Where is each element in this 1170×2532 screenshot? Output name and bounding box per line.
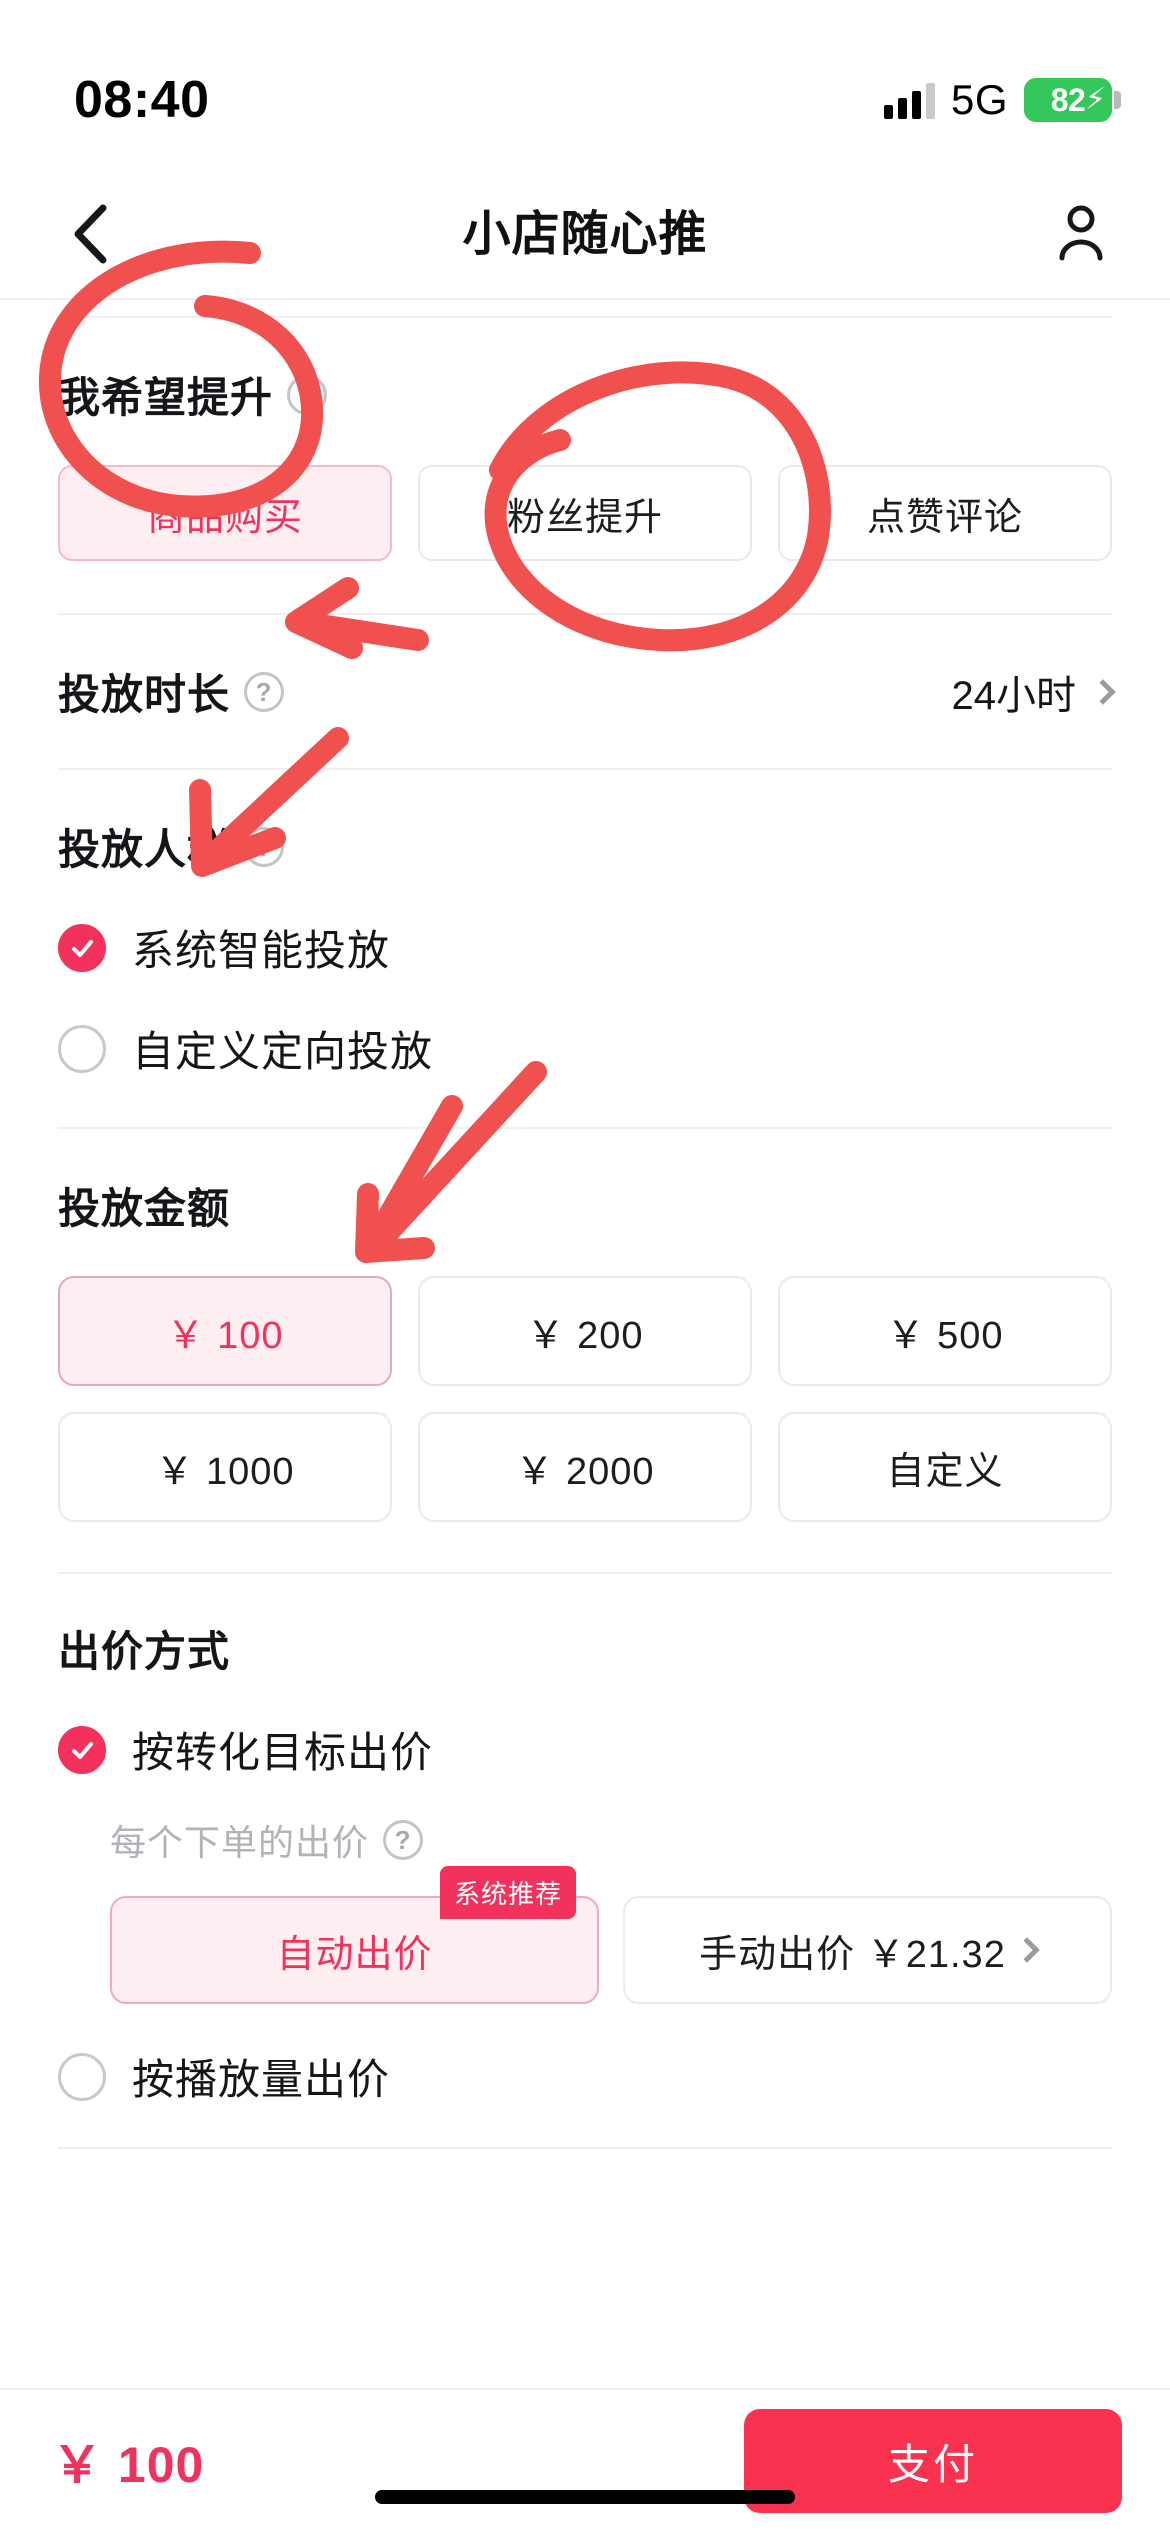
chevron-left-icon <box>74 204 107 264</box>
question-mark-icon[interactable]: ? <box>244 826 285 867</box>
bidding-mode-impression[interactable]: 按播放量出价 <box>58 2046 1112 2107</box>
duration-title-label: 投放时长 <box>58 671 231 718</box>
page-title: 小店随心推 <box>462 208 708 261</box>
audience-section: 投放人群 ? 系统智能投放 自定义定向投放 <box>0 770 1170 1127</box>
audience-option-system[interactable]: 系统智能投放 <box>58 917 1112 978</box>
pay-button[interactable]: 支付 <box>744 2409 1122 2513</box>
audience-option-custom[interactable]: 自定义定向投放 <box>58 1018 1112 1079</box>
chevron-right-icon <box>1014 1937 1040 1963</box>
goal-section-title: 我希望提升 ? <box>58 364 1112 425</box>
total-price-label: ￥ 100 <box>52 2437 205 2493</box>
bid-detail-group: 每个下单的出价 ? 系统推荐 自动出价 手动出价 ￥21.32 <box>58 1814 1112 2004</box>
budget-options: ￥ 100 ￥ 200 ￥ 500 ￥ 1000 ￥ 2000 自定义 <box>58 1276 1112 1522</box>
radio-checked-icon <box>58 1725 106 1774</box>
profile-button[interactable] <box>1042 194 1120 272</box>
divider <box>58 2147 1112 2149</box>
battery-icon: 82 ⚡ <box>1024 78 1121 122</box>
duration-value-label: 24小时 <box>951 673 1077 718</box>
recommend-badge: 系统推荐 <box>440 1866 577 1919</box>
goal-title-label: 我希望提升 <box>58 374 274 421</box>
battery-cap <box>1114 91 1121 109</box>
bidding-title-label: 出价方式 <box>58 1628 231 1675</box>
bidding-mode-impression-label: 按播放量出价 <box>132 2056 391 2103</box>
bidding-mode-conversion-label: 按转化目标出价 <box>132 1729 434 1776</box>
audience-section-title: 投放人群 ? <box>58 816 1112 877</box>
bid-sub-label-row: 每个下单的出价 ? <box>110 1814 1112 1866</box>
question-mark-icon[interactable]: ? <box>287 374 328 415</box>
audience-title-label: 投放人群 <box>58 826 231 873</box>
person-icon <box>1059 205 1103 261</box>
home-indicator <box>375 2490 795 2504</box>
bid-option-manual[interactable]: 手动出价 ￥21.32 <box>623 1896 1112 2004</box>
radio-unchecked-icon <box>58 2052 106 2101</box>
charging-bolt-icon: ⚡ <box>1084 83 1106 116</box>
navigation-bar: 小店随心推 <box>0 160 1170 300</box>
bidding-section: 出价方式 按转化目标出价 每个下单的出价 ? 系统推荐 自动出价 手动出价 ￥2… <box>0 1574 1170 2147</box>
radio-checked-icon <box>58 923 106 972</box>
status-indicators: 5G 82 ⚡ <box>883 76 1121 124</box>
duration-row[interactable]: 投放时长 ? 24小时 <box>58 661 1116 722</box>
duration-value-group[interactable]: 24小时 <box>951 663 1116 721</box>
status-bar: 08:40 5G 82 ⚡ <box>0 0 1170 160</box>
phone-screen: 08:40 5G 82 ⚡ 小店随心推 我希望提升 ? 商品购买 粉丝提升 点赞… <box>0 0 1170 2532</box>
network-type-label: 5G <box>950 76 1008 123</box>
bid-sub-label: 每个下单的出价 <box>110 1822 370 1863</box>
chevron-right-icon <box>1090 678 1116 705</box>
audience-option-system-label: 系统智能投放 <box>132 927 391 974</box>
budget-option-200[interactable]: ￥ 200 <box>418 1276 752 1386</box>
bottom-action-bar: ￥ 100 支付 <box>0 2388 1170 2532</box>
bidding-mode-conversion[interactable]: 按转化目标出价 <box>58 1719 1112 1780</box>
audience-option-custom-label: 自定义定向投放 <box>132 1028 434 1075</box>
goal-section: 我希望提升 ? 商品购买 粉丝提升 点赞评论 <box>0 318 1170 613</box>
budget-section: 投放金额 ￥ 100 ￥ 200 ￥ 500 ￥ 1000 ￥ 2000 自定义 <box>0 1129 1170 1572</box>
budget-option-1000[interactable]: ￥ 1000 <box>58 1412 392 1522</box>
goal-options: 商品购买 粉丝提升 点赞评论 <box>58 465 1112 561</box>
radio-unchecked-icon <box>58 1024 106 1073</box>
back-button[interactable] <box>50 194 130 274</box>
budget-option-2000[interactable]: ￥ 2000 <box>418 1412 752 1522</box>
bidding-section-title: 出价方式 <box>58 1618 1112 1679</box>
budget-section-title: 投放金额 <box>58 1175 1112 1236</box>
goal-option-product-purchase[interactable]: 商品购买 <box>58 465 392 561</box>
budget-option-100[interactable]: ￥ 100 <box>58 1276 392 1386</box>
status-time: 08:40 <box>74 71 210 129</box>
goal-option-like-comment[interactable]: 点赞评论 <box>778 465 1112 561</box>
duration-section[interactable]: 投放时长 ? 24小时 <box>0 615 1170 768</box>
budget-option-custom[interactable]: 自定义 <box>778 1412 1112 1522</box>
battery-percent-label: 82 <box>1050 81 1086 118</box>
goal-option-fan-growth[interactable]: 粉丝提升 <box>418 465 752 561</box>
question-mark-icon[interactable]: ? <box>383 1820 424 1860</box>
budget-title-label: 投放金额 <box>58 1185 231 1232</box>
bid-options: 系统推荐 自动出价 手动出价 ￥21.32 <box>110 1866 1112 2004</box>
question-mark-icon[interactable]: ? <box>244 671 285 712</box>
settings-scroll-area[interactable]: 我希望提升 ? 商品购买 粉丝提升 点赞评论 投放时长 ? 24小时 投放人群 … <box>0 302 1170 2388</box>
budget-option-500[interactable]: ￥ 500 <box>778 1276 1112 1386</box>
signal-bars-icon <box>883 81 935 119</box>
duration-section-title: 投放时长 ? <box>58 661 285 722</box>
bid-option-manual-label: 手动出价 ￥21.32 <box>699 1933 1006 1976</box>
